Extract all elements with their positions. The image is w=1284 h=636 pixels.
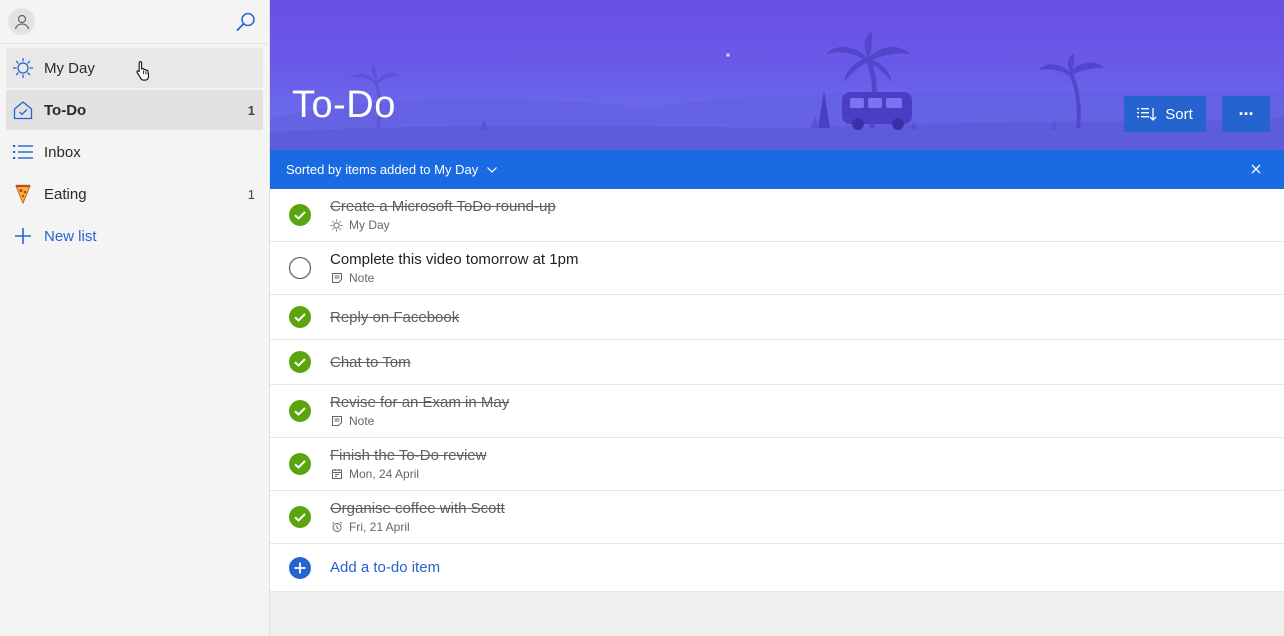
task-item[interactable]: Organise coffee with Scott Fri, 21 April	[270, 491, 1284, 544]
task-title[interactable]: Complete this video tomorrow at 1pm	[330, 251, 578, 268]
sort-button[interactable]: Sort	[1124, 96, 1206, 132]
list-filler	[270, 592, 1284, 636]
pizza-icon	[12, 183, 34, 205]
search-icon	[236, 12, 255, 31]
page-title: To-Do	[292, 84, 396, 126]
plus-icon	[12, 225, 34, 247]
list-icon	[12, 141, 34, 163]
task-item[interactable]: Complete this video tomorrow at 1pm Note	[270, 242, 1284, 295]
task-item[interactable]: Revise for an Exam in May Note	[270, 385, 1284, 438]
task-item[interactable]: Reply on Facebook	[270, 295, 1284, 340]
task-title[interactable]: Chat to Tom	[330, 354, 411, 371]
checked-circle-icon[interactable]	[288, 350, 312, 374]
more-icon: ···	[1238, 103, 1255, 124]
sidebar-item-inbox[interactable]: Inbox	[6, 132, 263, 172]
unchecked-circle-icon[interactable]	[288, 256, 312, 280]
note-icon	[330, 272, 343, 285]
chevron-down-icon[interactable]	[486, 166, 498, 174]
task-subtitle-text: Mon, 24 April	[349, 467, 420, 481]
task-list: Create a Microsoft ToDo round-up My Day …	[270, 189, 1284, 544]
task-subtitle-text: Note	[349, 414, 375, 428]
hand-cursor-icon	[135, 60, 153, 87]
checked-circle-icon[interactable]	[288, 203, 312, 227]
task-subtitle: My Day	[330, 218, 556, 232]
main-panel: To-Do Sort ··· Sorted by items added to …	[270, 0, 1284, 636]
close-icon[interactable]	[1250, 163, 1262, 178]
sidebar-item-label: To-Do	[44, 101, 87, 119]
alarm-icon	[330, 521, 343, 534]
search-button[interactable]	[233, 9, 259, 35]
new-list-label: New list	[44, 227, 97, 245]
sort-info-text: Sorted by items added to My Day	[286, 162, 479, 177]
task-item[interactable]: Chat to Tom	[270, 340, 1284, 385]
task-title[interactable]: Reply on Facebook	[330, 309, 459, 326]
task-subtitle: Note	[330, 271, 578, 285]
calendar-icon	[330, 468, 343, 481]
task-subtitle-text: My Day	[349, 218, 390, 232]
sidebar-header	[0, 0, 269, 44]
task-title[interactable]: Create a Microsoft ToDo round-up	[330, 198, 556, 215]
task-subtitle: Note	[330, 414, 509, 428]
task-title[interactable]: Finish the To-Do review	[330, 447, 486, 464]
task-subtitle: Mon, 24 April	[330, 467, 486, 481]
more-options-button[interactable]: ···	[1222, 96, 1270, 132]
task-item[interactable]: Finish the To-Do review Mon, 24 April	[270, 438, 1284, 491]
sort-icon	[1137, 108, 1157, 121]
new-list-button[interactable]: New list	[6, 216, 263, 256]
add-todo-label: Add a to-do item	[330, 559, 441, 576]
sidebar-item-label: Inbox	[44, 143, 81, 161]
checked-circle-icon[interactable]	[288, 399, 312, 423]
task-item[interactable]: Create a Microsoft ToDo round-up My Day	[270, 189, 1284, 242]
task-subtitle-text: Note	[349, 271, 375, 285]
sort-label: Sort	[1165, 105, 1193, 123]
user-icon	[14, 14, 29, 29]
task-title[interactable]: Revise for an Exam in May	[330, 394, 509, 411]
add-todo-button[interactable]: Add a to-do item	[270, 544, 1284, 592]
task-subtitle-text: Fri, 21 April	[349, 520, 410, 534]
checked-circle-icon[interactable]	[288, 305, 312, 329]
sun-icon	[330, 219, 343, 232]
sort-info-bar: Sorted by items added to My Day	[270, 150, 1284, 189]
add-circle-icon	[289, 556, 311, 579]
task-title[interactable]: Organise coffee with Scott	[330, 500, 505, 517]
checked-circle-icon[interactable]	[288, 452, 312, 476]
sidebar-item-to-do[interactable]: To-Do 1	[6, 90, 263, 130]
sidebar: My Day To-Do 1 Inbox Eating 1 New list	[0, 0, 270, 636]
sidebar-item-count: 1	[247, 186, 255, 202]
avatar[interactable]	[8, 8, 35, 35]
sidebar-item-count: 1	[247, 102, 255, 118]
note-icon	[330, 415, 343, 428]
sidebar-item-label: Eating	[44, 185, 87, 203]
home-icon	[12, 99, 34, 121]
checked-circle-icon[interactable]	[288, 505, 312, 529]
sun-icon	[12, 57, 34, 79]
list-header: To-Do Sort ···	[270, 0, 1284, 150]
sidebar-item-eating[interactable]: Eating 1	[6, 174, 263, 214]
task-subtitle: Fri, 21 April	[330, 520, 505, 534]
